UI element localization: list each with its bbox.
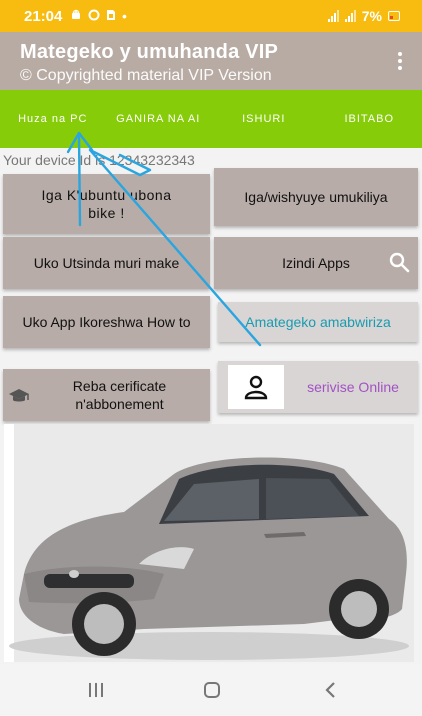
app-screen: 21:04 • 7% Mategeko y umuhanda VIP © Cop…: [0, 0, 422, 716]
app-subtitle: © Copyrighted material VIP Version: [20, 67, 272, 84]
back-icon[interactable]: [316, 678, 344, 702]
signal-icon-2: [344, 10, 356, 22]
tab-ganira-na-ai[interactable]: GANIRA NA AI: [106, 90, 212, 148]
certificate-label: Reba cerificate n'abbonement: [72, 378, 167, 412]
status-bar: 21:04 • 7%: [0, 0, 422, 32]
rules-button[interactable]: Amategeko amabwiriza: [218, 302, 418, 342]
device-id-text: Your device Id is 12343232343: [3, 152, 195, 168]
search-icon[interactable]: [388, 251, 410, 273]
recent-apps-icon[interactable]: [82, 678, 110, 702]
how-to-pass-button[interactable]: Uko Utsinda muri make: [3, 237, 210, 289]
status-system-icons: 7%: [327, 8, 400, 24]
other-apps-label: Izindi Apps: [282, 255, 350, 271]
android-icon: [70, 9, 82, 23]
paid-learning-label: Iga/wishyuye umukiliya: [244, 189, 388, 205]
tab-ishuri[interactable]: ISHURI: [211, 90, 317, 148]
status-time: 21:04: [24, 8, 63, 25]
sim-icon: [106, 9, 116, 23]
certificate-button[interactable]: Reba cerificate n'abbonement: [3, 369, 210, 421]
home-icon[interactable]: [198, 678, 226, 702]
learn-free-button[interactable]: Iga K'ubuntu ubona bike !: [3, 174, 210, 234]
graduation-cap-icon: [8, 387, 30, 405]
rules-label: Amategeko amabwiriza: [245, 314, 391, 330]
tab-ibitabo[interactable]: IBITABO: [317, 90, 422, 148]
how-to-use-button[interactable]: Uko App Ikoreshwa How to: [3, 296, 210, 348]
how-to-use-label: Uko App Ikoreshwa How to: [22, 314, 191, 330]
car-image: [4, 424, 414, 662]
tab-huza-na-pc[interactable]: Huza na PC: [0, 90, 106, 148]
paid-learning-button[interactable]: Iga/wishyuye umukiliya: [214, 168, 418, 226]
learn-free-label: Iga K'ubuntu ubona bike !: [41, 187, 172, 221]
app-bar: Mategeko y umuhanda VIP © Copyrighted ma…: [0, 32, 422, 90]
battery-text: 7%: [361, 8, 382, 24]
person-icon: [228, 365, 284, 409]
how-to-pass-label: Uko Utsinda muri make: [33, 255, 180, 271]
sync-icon: [88, 9, 100, 23]
battery-icon: [388, 11, 400, 21]
car-illustration: [9, 457, 409, 660]
app-title: Mategeko y umuhanda VIP: [20, 41, 278, 63]
signal-icon: [327, 10, 339, 22]
system-nav-bar: [0, 664, 422, 716]
online-service-button[interactable]: serivise Online: [218, 361, 418, 413]
more-vert-icon[interactable]: [392, 48, 408, 74]
other-apps-button[interactable]: Izindi Apps: [214, 237, 418, 289]
notification-dot: •: [122, 8, 127, 24]
status-notification-icons: •: [70, 9, 127, 23]
tab-bar: Huza na PC GANIRA NA AI ISHURI IBITABO: [0, 90, 422, 148]
